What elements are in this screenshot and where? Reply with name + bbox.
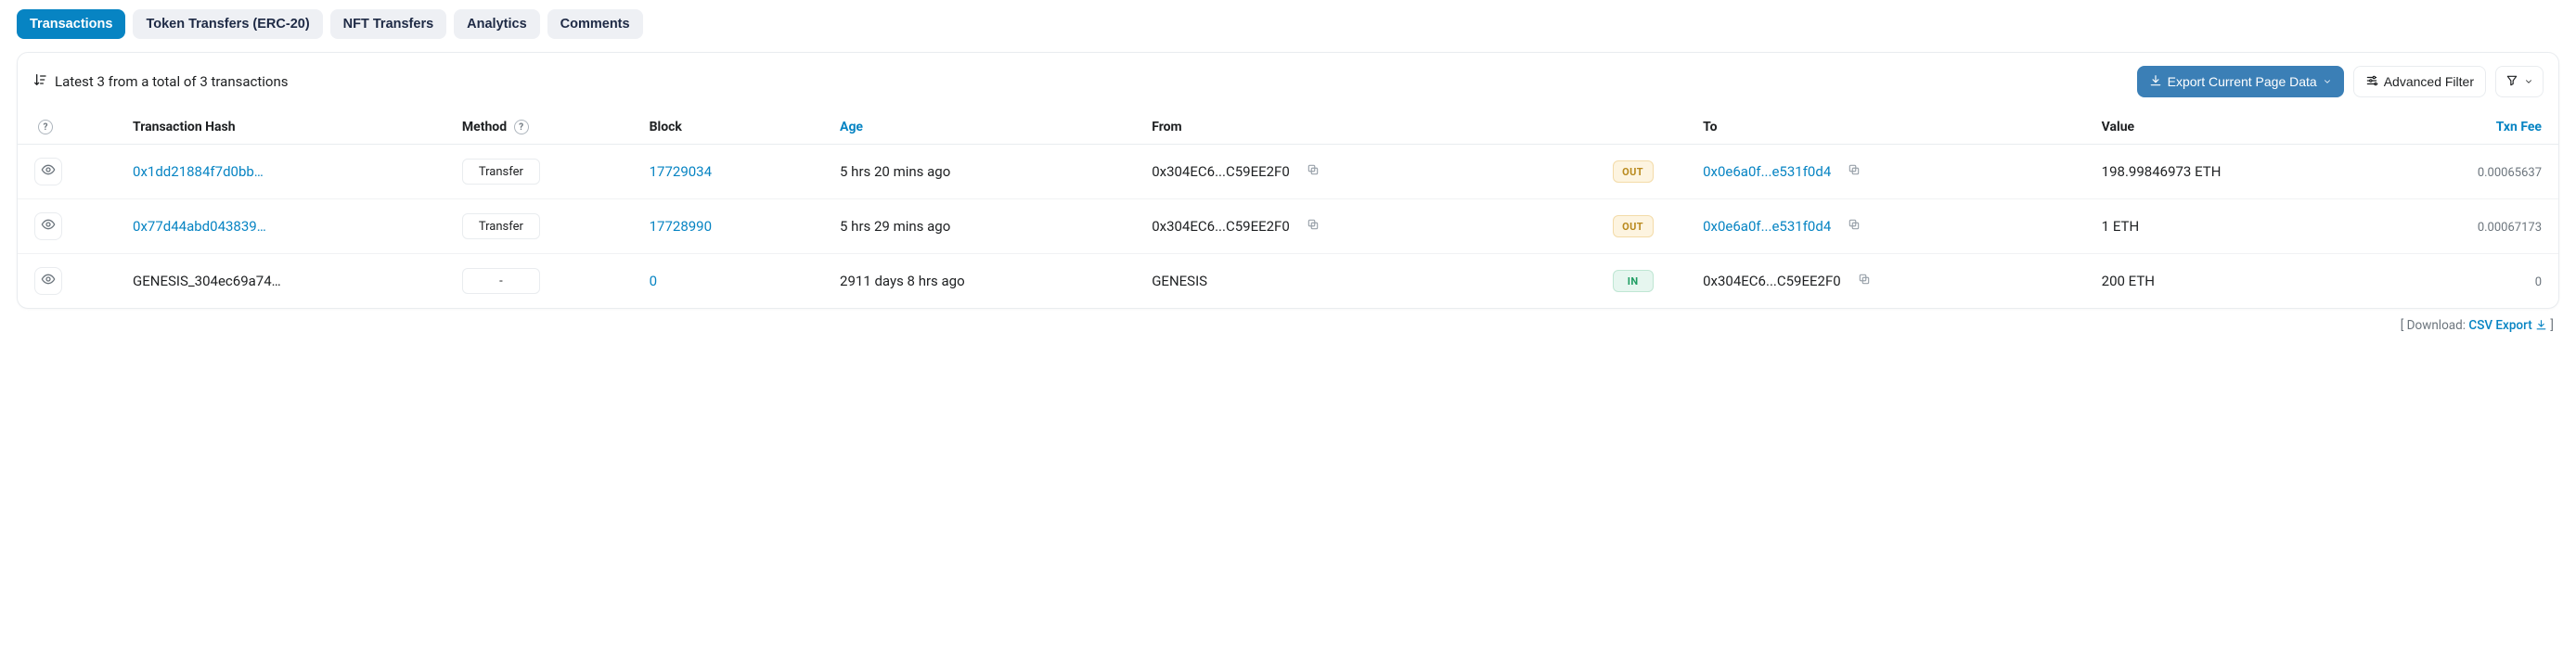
from-address: GENESIS: [1152, 273, 1207, 289]
col-to-header[interactable]: To: [1692, 110, 2091, 145]
fee-text: 0.00067173: [2478, 221, 2542, 235]
age-text: 5 hrs 29 mins ago: [840, 218, 950, 235]
txn-hash: GENESIS_304ec69a74…: [133, 273, 281, 289]
to-address[interactable]: 0x0e6a0f...e531f0d4: [1703, 163, 1831, 180]
preview-button[interactable]: [34, 212, 62, 240]
age-text: 2911 days 8 hrs ago: [840, 273, 965, 289]
col-method-label: Method: [462, 120, 507, 134]
tab-nft-transfers[interactable]: NFT Transfers: [330, 9, 447, 39]
col-method-header[interactable]: Method ?: [451, 110, 638, 145]
from-address: 0x304EC6...C59EE2F0: [1152, 163, 1290, 180]
download-icon: [2149, 74, 2162, 90]
table-body: 0x1dd21884f7d0bb… Transfer 17729034 5 hrs 2…: [18, 145, 2558, 309]
chevron-down-icon: [2323, 74, 2332, 89]
copy-icon: [1307, 163, 1320, 180]
value-text: 1 ETH: [2102, 218, 2139, 235]
from-address: 0x304EC6...C59EE2F0: [1152, 218, 1290, 235]
method-pill: Transfer: [462, 159, 540, 185]
direction-badge: OUT: [1613, 215, 1654, 237]
col-fee-header[interactable]: Txn Fee: [2385, 110, 2558, 145]
direction-badge: IN: [1613, 270, 1654, 292]
tab-token-transfers-erc-20[interactable]: Token Transfers (ERC-20): [133, 9, 322, 39]
col-from-header[interactable]: From: [1140, 110, 1574, 145]
csv-export-link[interactable]: CSV Export: [2468, 318, 2547, 333]
preview-button[interactable]: [34, 267, 62, 295]
value-text: 198.99846973 ETH: [2102, 163, 2222, 180]
download-footer: [ Download: CSV Export ]: [17, 309, 2559, 333]
tab-analytics[interactable]: Analytics: [454, 9, 539, 39]
eye-icon: [41, 217, 56, 236]
header-actions: Export Current Page Data Advanced Filter: [2137, 66, 2544, 97]
block-number[interactable]: 17728990: [650, 218, 712, 235]
copy-icon: [1848, 218, 1861, 235]
advanced-filter-label: Advanced Filter: [2384, 74, 2474, 89]
method-pill: -: [462, 268, 540, 294]
to-address[interactable]: 0x0e6a0f...e531f0d4: [1703, 218, 1831, 235]
copy-to-button[interactable]: [1844, 216, 1864, 236]
table-row: GENESIS_304ec69a74… - 0 2911 days 8 hrs ago…: [18, 254, 2558, 309]
funnel-icon: [2505, 74, 2518, 90]
copy-to-button[interactable]: [1844, 161, 1864, 182]
col-hash-header[interactable]: Transaction Hash: [122, 110, 451, 145]
copy-icon: [1307, 218, 1320, 235]
col-hash-label: Transaction Hash: [133, 120, 236, 134]
method-pill: Transfer: [462, 213, 540, 239]
tabs-bar: Transactions Token Transfers (ERC-20) NFT …: [17, 9, 2559, 39]
txn-hash[interactable]: 0x1dd21884f7d0bb…: [133, 163, 264, 180]
col-preview-header: ?: [18, 110, 122, 145]
chevron-down-icon: [2524, 74, 2533, 89]
eye-icon: [41, 272, 56, 290]
eye-icon: [41, 162, 56, 181]
card-header: Latest 3 from a total of 3 transactions …: [18, 53, 2558, 110]
tab-comments[interactable]: Comments: [547, 9, 643, 39]
help-icon[interactable]: ?: [38, 120, 53, 134]
transactions-card: Latest 3 from a total of 3 transactions …: [17, 52, 2559, 309]
fee-text: 0: [2535, 275, 2542, 289]
col-value-header[interactable]: Value: [2091, 110, 2386, 145]
filter-dropdown-button[interactable]: [2495, 66, 2544, 97]
value-text: 200 ETH: [2102, 273, 2155, 289]
copy-icon: [1848, 163, 1861, 180]
table-row: 0x1dd21884f7d0bb… Transfer 17729034 5 hrs 2…: [18, 145, 2558, 199]
preview-button[interactable]: [34, 158, 62, 185]
col-direction-header: [1574, 110, 1692, 145]
block-number[interactable]: 17729034: [650, 163, 712, 180]
summary-text: Latest 3 from a total of 3 transactions: [55, 73, 289, 90]
copy-from-button[interactable]: [1303, 161, 1323, 182]
direction-badge: OUT: [1613, 160, 1654, 183]
sort-icon: [32, 72, 47, 91]
export-label: Export Current Page Data: [2168, 74, 2317, 89]
to-address: 0x304EC6...C59EE2F0: [1703, 273, 1841, 289]
col-block-header[interactable]: Block: [638, 110, 829, 145]
advanced-filter-button[interactable]: Advanced Filter: [2353, 66, 2486, 97]
transactions-table: ? Transaction Hash Method ? Block Age Fr…: [18, 110, 2558, 308]
sliders-icon: [2365, 74, 2378, 90]
download-icon: [2535, 318, 2547, 333]
col-age-header[interactable]: Age: [829, 110, 1140, 145]
fee-text: 0.00065637: [2478, 166, 2542, 180]
txn-hash[interactable]: 0x77d44abd043839…: [133, 218, 266, 235]
export-page-data-button[interactable]: Export Current Page Data: [2137, 66, 2344, 97]
age-text: 5 hrs 20 mins ago: [840, 163, 950, 180]
download-suffix: ]: [2547, 318, 2554, 333]
help-icon[interactable]: ?: [514, 120, 529, 134]
copy-icon: [1858, 273, 1871, 289]
csv-export-label: CSV Export: [2468, 318, 2531, 333]
copy-to-button[interactable]: [1854, 271, 1874, 291]
download-prefix: [ Download:: [2401, 318, 2469, 333]
table-row: 0x77d44abd043839… Transfer 17728990 5 hrs 2…: [18, 199, 2558, 254]
tab-transactions[interactable]: Transactions: [17, 9, 125, 39]
summary: Latest 3 from a total of 3 transactions: [32, 72, 289, 91]
table-head: ? Transaction Hash Method ? Block Age Fr…: [18, 110, 2558, 145]
block-number[interactable]: 0: [650, 273, 657, 289]
copy-from-button[interactable]: [1303, 216, 1323, 236]
